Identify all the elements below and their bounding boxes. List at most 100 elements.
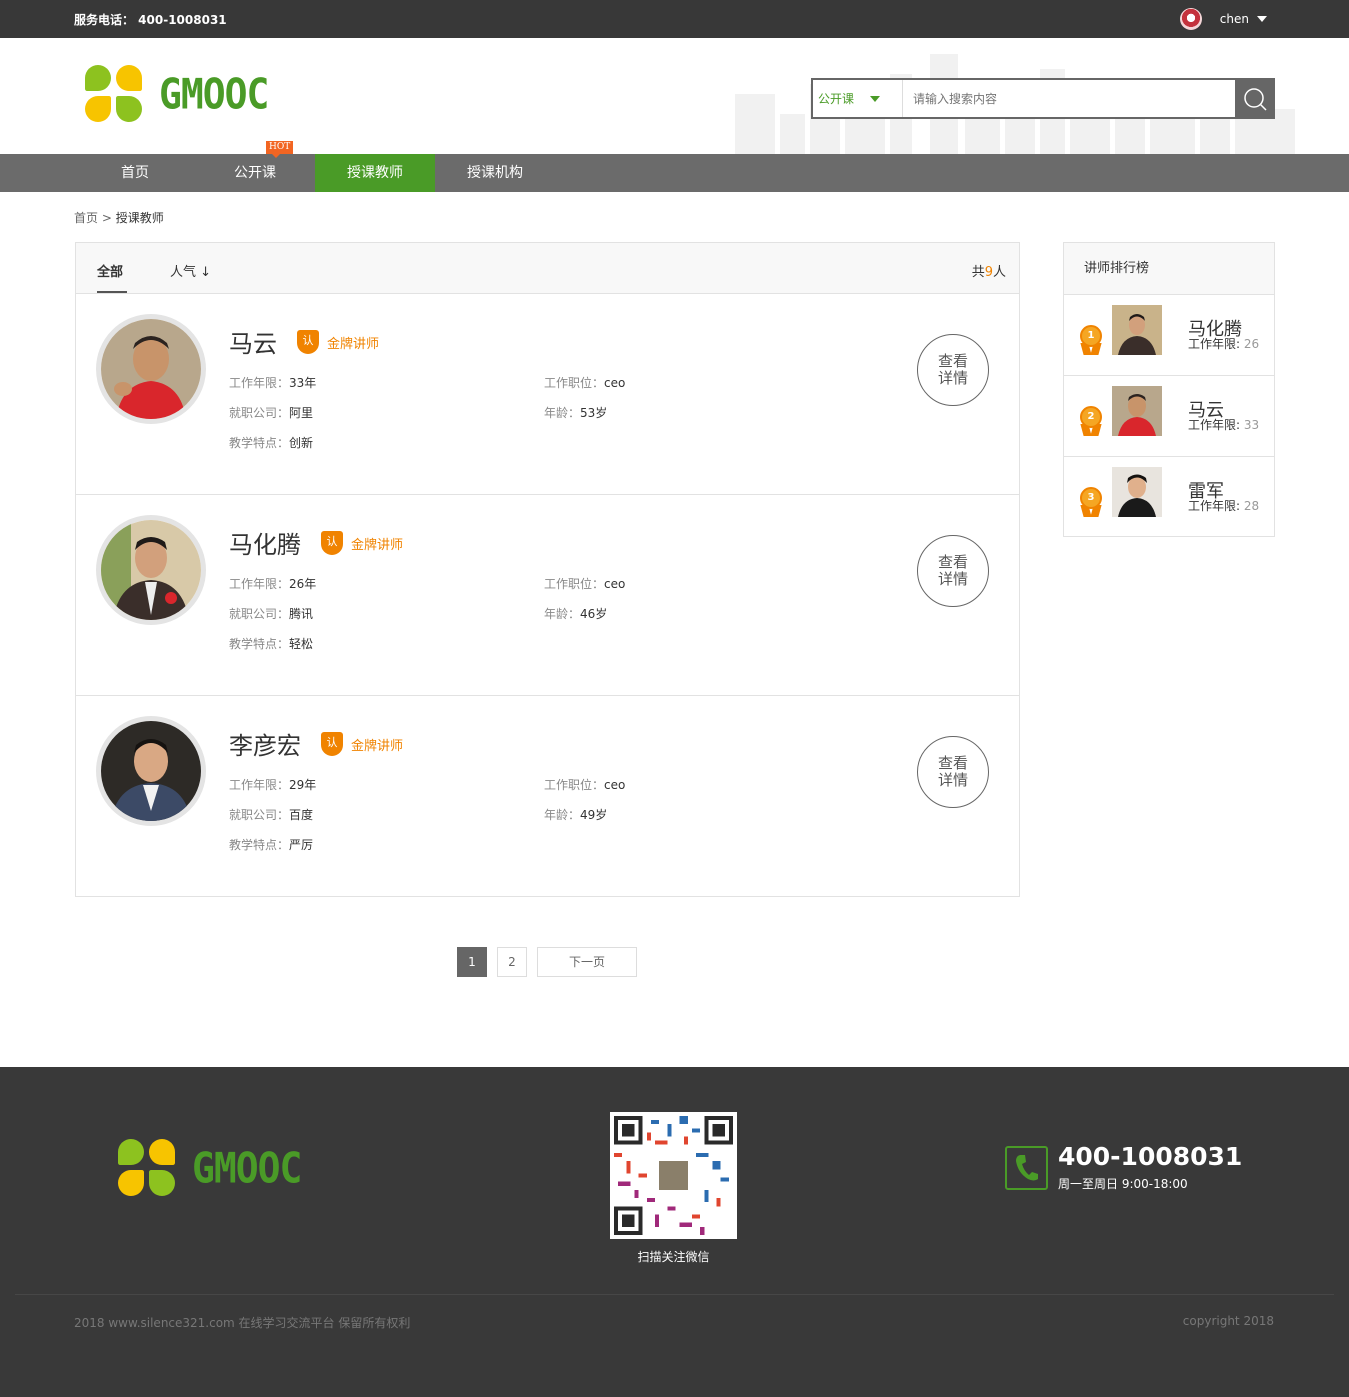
footer-divider (15, 1294, 1334, 1295)
phone-icon (1005, 1146, 1048, 1190)
nav-teachers[interactable]: 授课教师 (315, 154, 435, 192)
footer-logo-text: GMOOC (192, 1143, 302, 1193)
copyright-right: copyright 2018 (1182, 1314, 1274, 1328)
footer-logo[interactable]: GMOOC (118, 1139, 302, 1197)
work-years: 工作年限：33年 (229, 376, 317, 390)
teaching-feature: 教学特点：轻松 (229, 637, 314, 651)
certified-shield-icon: 认 (297, 330, 319, 354)
teacher-avatar[interactable] (96, 515, 206, 625)
age: 年龄：49岁 (544, 808, 608, 822)
footer: GMOOC 扫描关注微信 400-1008031 周一至周日 9:00-18:0… (0, 1067, 1349, 1397)
breadcrumb-home[interactable]: 首页 (74, 211, 98, 225)
ranking-years: 工作年限: 28 (1188, 499, 1260, 513)
teaching-feature: 教学特点：创新 (229, 436, 314, 450)
nav-organizations[interactable]: 授课机构 (435, 154, 555, 192)
nav-courses[interactable]: 公开课 (195, 154, 315, 192)
badge-label: 金牌讲师 (351, 738, 404, 754)
next-page-button[interactable]: 下一页 (537, 947, 637, 977)
age: 年龄：53岁 (544, 406, 608, 420)
ranking-title: 讲师排行榜 (1064, 243, 1274, 295)
search-input[interactable] (903, 80, 1235, 117)
wechat-qr-code (610, 1112, 737, 1239)
teacher-card: 马化腾 认 金牌讲师 工作年限：26年 工作职位：ceo 就职公司：腾讯 年龄：… (76, 495, 1019, 696)
ranking-item[interactable]: 1 马化腾 工作年限: 26 (1064, 295, 1274, 376)
pagination: 1 2 下一页 (457, 947, 647, 977)
tab-popularity[interactable]: 人气 ↓ (170, 261, 211, 280)
certified-shield-icon: 认 (321, 531, 343, 555)
search-scope-label: 公开课 (818, 92, 855, 106)
view-details-button[interactable]: 查看 详情 (917, 334, 989, 406)
teacher-ranking: 讲师排行榜 1 马化腾 工作年限: 26 2 马云 工作年限: 33 3 雷军 (1063, 242, 1275, 537)
gold-teacher-badge: 认 金牌讲师 (297, 330, 379, 354)
total-suffix: 人 (992, 265, 1006, 280)
company: 就职公司：阿里 (229, 406, 314, 420)
service-hours: 周一至周日 9:00-18:00 (1058, 1177, 1188, 1191)
logo-text: GMOOC (159, 69, 269, 119)
badge-label: 金牌讲师 (327, 336, 380, 352)
teacher-name[interactable]: 马化腾 (229, 525, 301, 560)
total-number: 9 (984, 265, 993, 280)
gold-teacher-badge: 认 金牌讲师 (321, 531, 403, 555)
tab-all[interactable]: 全部 (97, 261, 128, 293)
total-count: 共9人 (972, 261, 1006, 280)
teacher-card: 李彦宏 认 金牌讲师 工作年限：29年 工作职位：ceo 就职公司：百度 年龄：… (76, 696, 1019, 897)
company: 就职公司：腾讯 (229, 607, 314, 621)
medal-icon: 2 (1079, 406, 1103, 436)
breadcrumb: 首页 > 授课教师 (74, 209, 164, 226)
breadcrumb-separator: > (101, 211, 112, 225)
medal-icon: 1 (1079, 325, 1103, 355)
clover-logo-icon (118, 1139, 176, 1197)
clover-logo-icon (85, 65, 143, 123)
teacher-name[interactable]: 李彦宏 (229, 726, 301, 761)
work-years: 工作年限：26年 (229, 577, 317, 591)
nav-home[interactable]: 首页 (75, 154, 195, 192)
view-details-button[interactable]: 查看 详情 (917, 535, 989, 607)
total-prefix: 共 (971, 265, 985, 280)
teacher-name[interactable]: 马云 (229, 324, 277, 359)
ranking-item[interactable]: 3 雷军 工作年限: 28 (1064, 457, 1274, 538)
gold-teacher-badge: 认 金牌讲师 (321, 732, 403, 756)
list-header: 全部 人气 ↓ 共9人 (76, 243, 1019, 294)
age: 年龄：46岁 (544, 607, 608, 621)
teacher-avatar[interactable] (96, 314, 206, 424)
work-position: 工作职位：ceo (544, 577, 626, 591)
ranking-avatar[interactable] (1112, 467, 1162, 517)
teacher-avatar[interactable] (96, 716, 206, 826)
search-scope-select[interactable]: 公开课 (813, 80, 903, 117)
badge-label: 金牌讲师 (351, 537, 404, 553)
page-1-button[interactable]: 1 (457, 947, 487, 977)
ranking-years: 工作年限: 26 (1188, 337, 1260, 351)
main-nav: 首页 公开课 授课教师 授课机构 (0, 154, 1349, 192)
search-bar: 公开课 (811, 78, 1275, 119)
user-menu[interactable]: chen (1179, 8, 1267, 30)
page-2-button[interactable]: 2 (497, 947, 527, 977)
view-details-button[interactable]: 查看 详情 (917, 736, 989, 808)
chevron-down-icon[interactable] (1257, 16, 1267, 22)
work-position: 工作职位：ceo (544, 778, 626, 792)
username[interactable]: chen (1220, 12, 1249, 26)
ranking-avatar[interactable] (1112, 386, 1162, 436)
company: 就职公司：百度 (229, 808, 314, 822)
ranking-avatar[interactable] (1112, 305, 1162, 355)
certified-shield-icon: 认 (321, 732, 343, 756)
teacher-list: 全部 人气 ↓ 共9人 马云 认 金牌讲师 工作年限：33年 工作职位：ceo … (75, 242, 1020, 897)
header: GMOOC 公开课 (0, 38, 1349, 154)
work-position: 工作职位：ceo (544, 376, 626, 390)
top-bar: 服务电话： 400-1008031 chen (0, 0, 1349, 38)
breadcrumb-current: 授课教师 (115, 211, 164, 225)
teacher-card: 马云 认 金牌讲师 工作年限：33年 工作职位：ceo 就职公司：阿里 年龄：5… (76, 294, 1019, 495)
medal-icon: 3 (1079, 487, 1103, 517)
chevron-down-icon (870, 95, 881, 102)
teaching-feature: 教学特点：严厉 (229, 838, 314, 852)
hot-badge: HOT (266, 141, 294, 158)
service-phone: 服务电话： 400-1008031 (74, 13, 227, 27)
copyright-left: 2018 www.silence321.com 在线学习交流平台 保留所有权利 (74, 1316, 411, 1330)
site-logo[interactable]: GMOOC (85, 65, 269, 123)
search-button[interactable] (1235, 79, 1274, 118)
ranking-years: 工作年限: 33 (1188, 418, 1260, 432)
work-years: 工作年限：29年 (229, 778, 317, 792)
user-avatar[interactable] (1179, 8, 1202, 30)
search-icon (1243, 87, 1267, 111)
qr-caption: 扫描关注微信 (637, 1250, 710, 1264)
ranking-item[interactable]: 2 马云 工作年限: 33 (1064, 376, 1274, 457)
